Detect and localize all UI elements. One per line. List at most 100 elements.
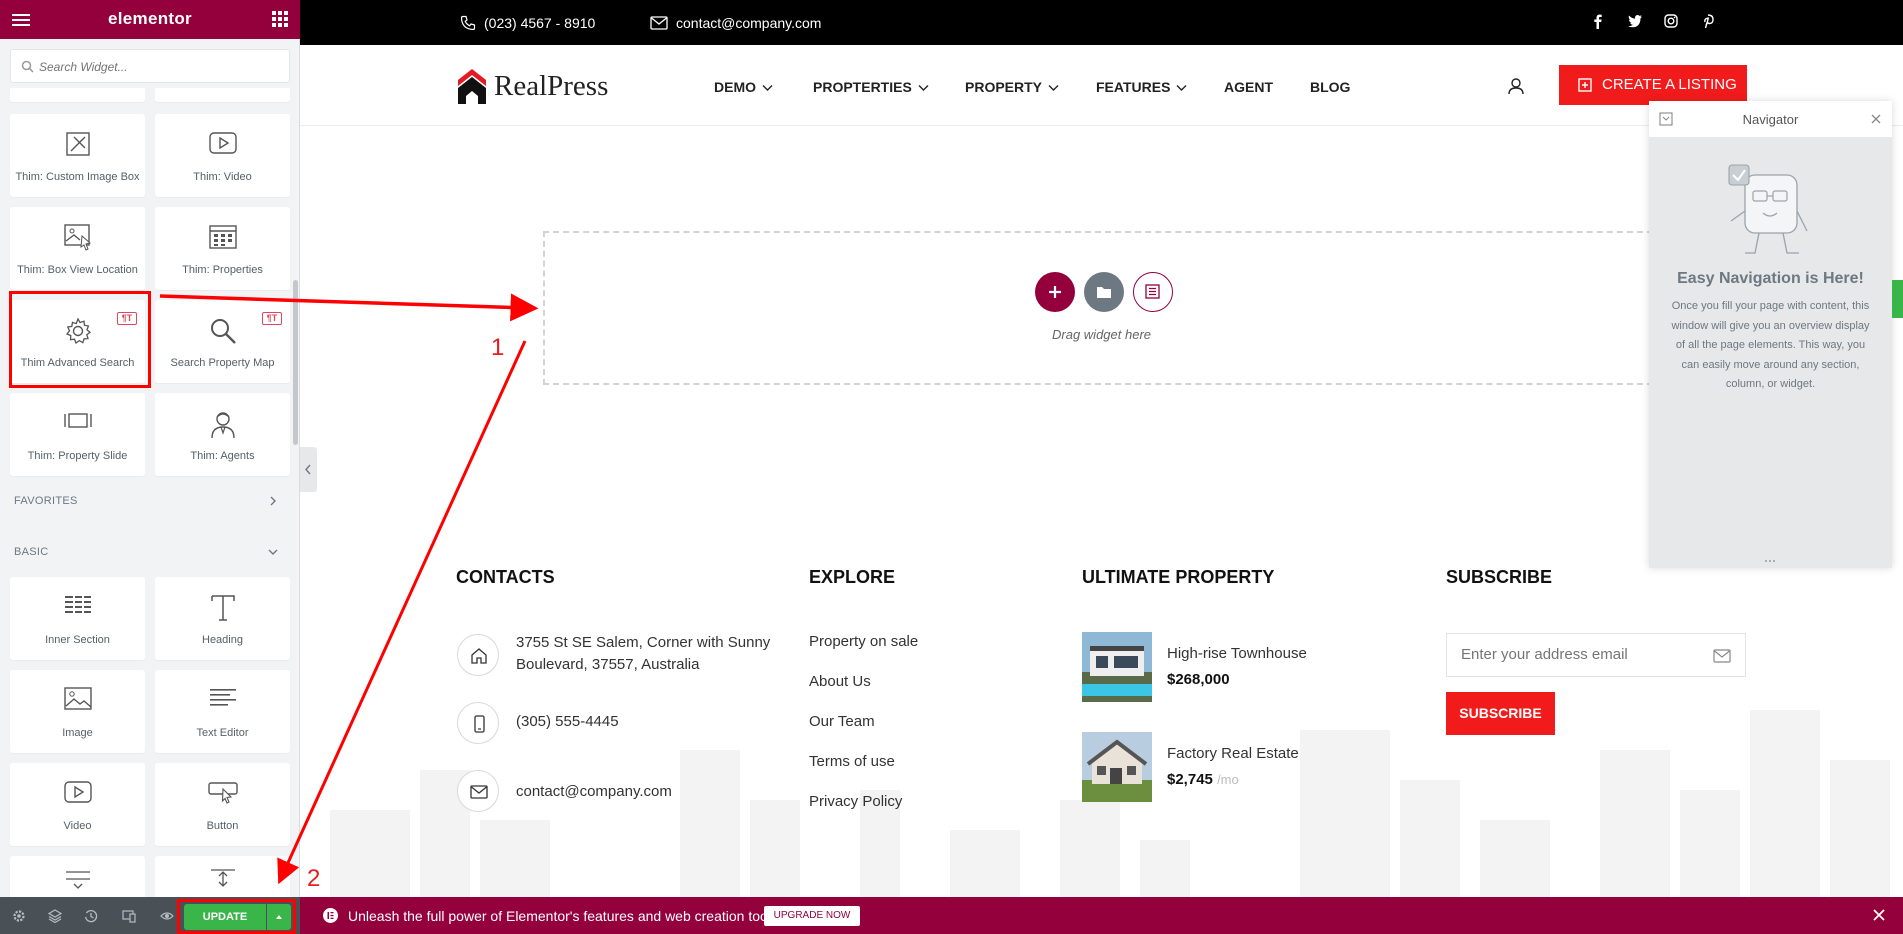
widget-label: Button	[206, 820, 239, 832]
instagram-icon[interactable]	[1663, 13, 1679, 29]
nav-propterties[interactable]: PROPTERTIES	[813, 79, 929, 95]
footer-phone[interactable]: (305) 555-4445	[516, 711, 619, 733]
update-options-button[interactable]	[267, 904, 291, 930]
topbar-phone[interactable]: (023) 4567 - 8910	[460, 15, 595, 31]
panel-scrollbar[interactable]	[293, 280, 298, 445]
chevron-right-icon[interactable]	[267, 495, 279, 507]
realpress-logo[interactable]: RealPress	[456, 66, 608, 106]
property-price: $268,000	[1167, 671, 1230, 688]
video-icon	[208, 132, 237, 154]
widget-inner-section[interactable]: Inner Section	[10, 577, 145, 660]
plus-square-icon	[1578, 78, 1592, 92]
widget-partial[interactable]	[10, 88, 145, 102]
resize-handle-icon[interactable]	[1764, 559, 1776, 563]
mail-icon	[650, 16, 668, 30]
nav-property[interactable]: PROPERTY	[965, 79, 1059, 95]
upgrade-now-button[interactable]: UPGRADE NOW	[764, 906, 860, 926]
subscribe-heading: SUBSCRIBE	[1446, 567, 1553, 587]
settings-icon[interactable]	[12, 909, 26, 923]
close-icon[interactable]	[1871, 907, 1887, 923]
add-section-button[interactable]	[1035, 272, 1075, 312]
nav-demo[interactable]: DEMO	[714, 79, 773, 95]
subscribe-email-field[interactable]	[1446, 633, 1746, 677]
property-name[interactable]: High-rise Townhouse	[1167, 645, 1307, 662]
topbar-email[interactable]: contact@company.com	[650, 15, 821, 31]
property-thumbnail-townhouse[interactable]	[1082, 632, 1152, 702]
nav-blog[interactable]: BLOG	[1310, 79, 1350, 95]
nav-features[interactable]: FEATURES	[1096, 79, 1187, 95]
widget-image[interactable]: Image	[10, 670, 145, 753]
layers-icon[interactable]	[48, 909, 62, 923]
widget-heading[interactable]: Heading	[155, 577, 290, 660]
update-button[interactable]: UPDATE	[184, 904, 266, 930]
chevron-down-icon[interactable]	[267, 546, 279, 558]
footer-email[interactable]: contact@company.com	[516, 781, 672, 803]
nav-agent[interactable]: AGENT	[1224, 79, 1273, 95]
twitter-icon[interactable]	[1627, 13, 1643, 29]
caret-up-icon	[276, 915, 282, 919]
explore-link[interactable]: Property on sale	[809, 633, 918, 650]
video-icon	[63, 781, 92, 803]
subscribe-button[interactable]: SUBSCRIBE	[1446, 692, 1555, 735]
widgets-grid-icon[interactable]	[272, 11, 288, 27]
widget-label: Thim: Properties	[182, 264, 263, 276]
search-input[interactable]	[39, 56, 279, 78]
subscribe-email-input[interactable]	[1461, 646, 1701, 663]
widget-box-view-location[interactable]: Thim: Box View Location	[10, 207, 145, 290]
box-view-location-icon	[63, 224, 91, 251]
property-thumbnail-factory[interactable]	[1082, 732, 1152, 802]
navigator-title: Navigator	[1742, 112, 1799, 127]
widget-partial[interactable]	[155, 88, 290, 102]
plus-icon	[1049, 286, 1061, 298]
widget-video-basic[interactable]: Video	[10, 763, 145, 846]
widget-properties[interactable]: Thim: Properties	[155, 207, 290, 290]
history-icon[interactable]	[84, 909, 98, 923]
create-listing-button[interactable]: CREATE A LISTING	[1559, 65, 1747, 105]
favorites-section-label[interactable]: FAVORITES	[14, 495, 78, 507]
close-icon[interactable]	[1870, 113, 1882, 125]
widget-label: Thim: Box View Location	[17, 264, 138, 276]
mobile-phone-icon	[474, 715, 485, 733]
side-tab[interactable]	[1892, 280, 1903, 318]
facebook-icon[interactable]	[1590, 13, 1606, 29]
explore-link[interactable]: Our Team	[809, 713, 875, 730]
widget-button[interactable]: Button	[155, 763, 290, 846]
widget-thim-advanced-search[interactable]: ¶T Thim Advanced Search	[10, 300, 145, 383]
navigator-header[interactable]: Navigator	[1649, 101, 1892, 137]
annotation-step-1: 1	[491, 334, 505, 361]
annotation-step-2: 2	[307, 865, 321, 892]
property-price-value: $268,000	[1167, 671, 1230, 688]
explore-link[interactable]: About Us	[809, 673, 871, 690]
nav-label: PROPTERTIES	[813, 79, 912, 95]
folder-icon	[1097, 287, 1111, 298]
responsive-icon[interactable]	[122, 909, 136, 923]
slide-icon	[63, 413, 92, 428]
elementor-kit-button[interactable]	[1133, 272, 1173, 312]
explore-link[interactable]: Terms of use	[809, 753, 895, 770]
widget-agents[interactable]: Thim: Agents	[155, 393, 290, 476]
basic-section-label[interactable]: BASIC	[14, 546, 49, 558]
widget-property-slide[interactable]: Thim: Property Slide	[10, 393, 145, 476]
widget-label: Text Editor	[196, 727, 249, 739]
property-name[interactable]: Factory Real Estate	[1167, 745, 1299, 762]
pinterest-icon[interactable]	[1700, 13, 1716, 29]
chevron-left-icon	[305, 464, 311, 475]
user-icon[interactable]	[1507, 77, 1525, 95]
explore-link[interactable]: Privacy Policy	[809, 793, 902, 810]
phone-icon-wrap	[457, 702, 499, 744]
widget-divider[interactable]	[10, 856, 145, 897]
pro-badge: ¶T	[117, 312, 137, 325]
widget-spacer[interactable]	[155, 856, 290, 897]
widget-video[interactable]: Thim: Video	[155, 114, 290, 197]
chevron-down-icon	[918, 85, 929, 92]
panel-collapse-toggle[interactable]	[300, 447, 317, 492]
widget-text-editor[interactable]: Text Editor	[155, 670, 290, 753]
preview-eye-icon[interactable]	[160, 909, 174, 923]
widget-custom-image-box[interactable]: Thim: Custom Image Box	[10, 114, 145, 197]
add-template-button[interactable]	[1084, 272, 1124, 312]
ultimate-property-heading: ULTIMATE PROPERTY	[1082, 567, 1275, 587]
topbar-phone-text: (023) 4567 - 8910	[484, 15, 596, 31]
site-topbar: (023) 4567 - 8910 contact@company.com	[300, 0, 1903, 45]
widget-search[interactable]	[10, 49, 290, 83]
widget-search-property-map[interactable]: ¶T Search Property Map	[155, 300, 290, 383]
